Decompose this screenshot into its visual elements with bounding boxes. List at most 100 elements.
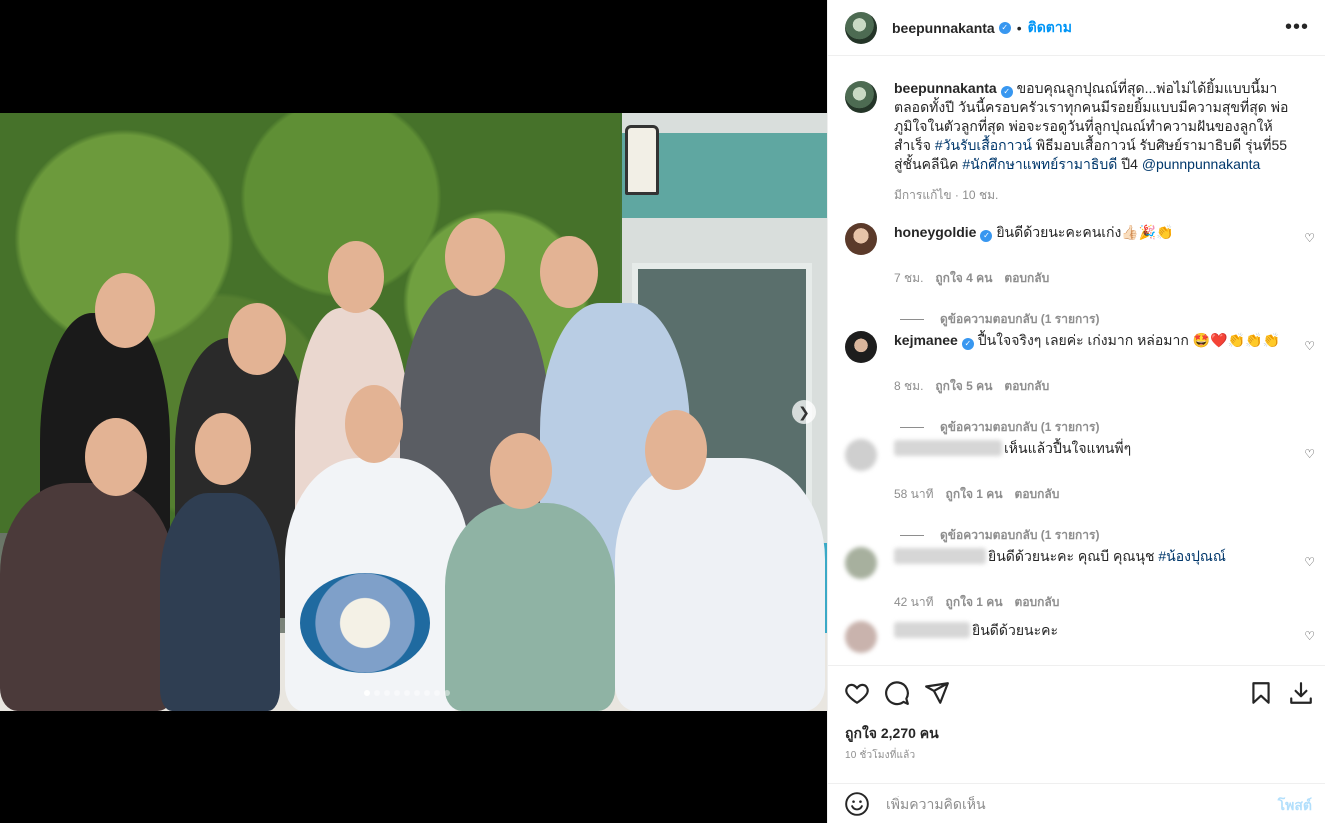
blurred-username: [894, 622, 970, 638]
view-replies-button[interactable]: ดูข้อความตอบกลับ (1 รายการ): [900, 526, 1315, 545]
view-replies-label: ดูข้อความตอบกลับ (1 รายการ): [940, 528, 1100, 542]
blurred-username: [894, 548, 986, 564]
caption-body: beepunnakanta ✓ ขอบคุณลูกปุณณ์ที่สุด...พ่…: [894, 79, 1299, 205]
avatar[interactable]: [845, 223, 877, 255]
reply-button[interactable]: ตอบกลับ: [1004, 269, 1049, 288]
reply-button[interactable]: ตอบกลับ: [1004, 377, 1049, 396]
carousel-dot[interactable]: [394, 690, 400, 696]
photo-person: [445, 503, 615, 711]
post-header: beepunnakanta ✓ • ติดตาม •••: [828, 0, 1325, 56]
photo-face: [95, 273, 155, 348]
view-replies-button[interactable]: ดูข้อความตอบกลับ (1 รายการ): [900, 310, 1315, 329]
photo-face: [228, 303, 286, 375]
comment-username[interactable]: kejmanee: [894, 332, 958, 348]
post-comment-button[interactable]: โพสต์: [1278, 795, 1312, 817]
carousel-dots: [364, 690, 450, 696]
photo-bouquet: [300, 573, 430, 673]
caption-avatar[interactable]: [845, 81, 877, 113]
save-bookmark-icon[interactable]: [1248, 680, 1274, 706]
comment-meta: 7 ชม. ถูกใจ 4 คน ตอบกลับ: [894, 269, 1315, 288]
carousel-dot[interactable]: [424, 690, 430, 696]
like-heart-icon[interactable]: [844, 680, 870, 706]
comment-time: 7 ชม.: [894, 271, 924, 285]
download-icon[interactable]: [1288, 680, 1314, 706]
avatar[interactable]: [845, 331, 877, 363]
carousel-dot[interactable]: [374, 690, 380, 696]
photo-face: [645, 410, 707, 490]
photo-face: [195, 413, 251, 485]
comment-text: ปื้นใจจริงๆ เลยค่ะ เก่งมาก หล่อมาก 🤩❤️👏👏…: [977, 332, 1280, 348]
photo-face: [328, 241, 384, 313]
carousel-dot[interactable]: [434, 690, 440, 696]
carousel-dot[interactable]: [364, 690, 370, 696]
carousel-dot[interactable]: [444, 690, 450, 696]
avatar[interactable]: [845, 621, 877, 653]
photo-person: [0, 483, 175, 711]
comment-item: kejmanee ✓ ปื้นใจจริงๆ เลยค่ะ เก่งมาก หล่…: [845, 331, 1315, 437]
photo-face: [490, 433, 552, 509]
comment-item: เห็นแล้วปื้นใจแทนพี่ๆ ♡ 58 นาที ถูกใจ 1 …: [845, 439, 1315, 545]
comment-meta: 58 นาที ถูกใจ 1 คน ตอบกลับ: [894, 485, 1315, 504]
post-photo[interactable]: [0, 113, 827, 711]
reply-button[interactable]: ตอบกลับ: [1015, 485, 1060, 504]
header-username[interactable]: beepunnakanta: [892, 20, 995, 36]
photo-person: [615, 458, 825, 711]
comment-like-icon[interactable]: ♡: [1304, 231, 1315, 245]
comment-likes[interactable]: ถูกใจ 5 คน: [935, 377, 992, 396]
share-send-icon[interactable]: [924, 680, 950, 706]
replies-divider: [900, 427, 924, 428]
carousel-next-icon[interactable]: ❯: [792, 400, 816, 424]
comment-text-block: ยินดีด้วยนะคะ คุณบี คุณนุช #น้องปุณณ์: [894, 547, 1289, 579]
verified-badge-icon: ✓: [980, 230, 993, 242]
avatar[interactable]: [845, 439, 877, 471]
photo-person: [160, 493, 280, 711]
comment-like-icon[interactable]: ♡: [1304, 339, 1315, 353]
follow-button[interactable]: ติดตาม: [1028, 17, 1072, 39]
comments-list[interactable]: beepunnakanta ✓ ขอบคุณลูกปุณณ์ที่สุด...พ่…: [828, 57, 1325, 665]
comment-like-icon[interactable]: ♡: [1304, 447, 1315, 461]
comment-meta: 42 นาที ถูกใจ 1 คน ตอบกลับ: [894, 593, 1315, 612]
comment-bubble-icon[interactable]: [884, 680, 910, 706]
more-options-icon[interactable]: •••: [1285, 16, 1309, 39]
comment-like-icon[interactable]: ♡: [1304, 629, 1315, 643]
comment-time: 42 นาที: [894, 595, 934, 609]
mention-link[interactable]: @punnpunnakanta: [1142, 156, 1261, 172]
carousel-dot[interactable]: [404, 690, 410, 696]
verified-badge-icon: ✓: [1000, 86, 1013, 98]
header-separator: •: [1016, 19, 1022, 36]
hashtag-link[interactable]: #วันรับเสื้อกาวน์: [935, 137, 1032, 153]
photo-face: [445, 218, 505, 296]
comment-time: 8 ชม.: [894, 379, 924, 393]
photo-face: [540, 236, 598, 308]
comment-text-block: honeygoldie ✓ ยินดีด้วยนะคะคนเก่ง👍🏻🎉👏: [894, 223, 1289, 255]
photo-lamp: [625, 125, 659, 195]
avatar[interactable]: [845, 547, 877, 579]
likes-count[interactable]: ถูกใจ 2,270 คน: [845, 723, 939, 745]
comment-text: ยินดีด้วยนะคะคนเก่ง👍🏻🎉👏: [996, 224, 1174, 240]
comment-text-block: เห็นแล้วปื้นใจแทนพี่ๆ: [894, 439, 1289, 471]
comment-likes[interactable]: ถูกใจ 1 คน: [946, 593, 1003, 612]
emoji-icon[interactable]: [844, 791, 870, 817]
avatar[interactable]: [845, 11, 877, 44]
verified-badge-icon: ✓: [998, 21, 1011, 34]
comment-likes[interactable]: ถูกใจ 1 คน: [946, 485, 1003, 504]
comment-item: ยินดีด้วยนะคะ คุณบี คุณนุช #น้องปุณณ์ ♡ …: [845, 547, 1315, 612]
hashtag-link[interactable]: #น้องปุณณ์: [1158, 548, 1225, 564]
comment-item: ยินดีด้วยนะคะ ♡: [845, 621, 1315, 653]
carousel-dot[interactable]: [414, 690, 420, 696]
comment-like-icon[interactable]: ♡: [1304, 555, 1315, 569]
caption-meta: มีการแก้ไข · 10 ชม.: [894, 188, 999, 202]
carousel-dot[interactable]: [384, 690, 390, 696]
replies-divider: [900, 535, 924, 536]
reply-button[interactable]: ตอบกลับ: [1015, 593, 1060, 612]
caption-username[interactable]: beepunnakanta: [894, 80, 997, 96]
hashtag-link[interactable]: #นักศึกษาแพทย์รามาธิบดี: [962, 156, 1117, 172]
comment-likes[interactable]: ถูกใจ 4 คน: [935, 269, 992, 288]
comment-time: 58 นาที: [894, 487, 934, 501]
comment-text: เห็นแล้วปื้นใจแทนพี่ๆ: [1004, 440, 1132, 456]
comment-input[interactable]: [886, 795, 1266, 812]
view-replies-button[interactable]: ดูข้อความตอบกลับ (1 รายการ): [900, 418, 1315, 437]
comment-item: honeygoldie ✓ ยินดีด้วยนะคะคนเก่ง👍🏻🎉👏 ♡ 7…: [845, 223, 1315, 329]
comment-username[interactable]: honeygoldie: [894, 224, 976, 240]
photo-face: [85, 418, 147, 496]
